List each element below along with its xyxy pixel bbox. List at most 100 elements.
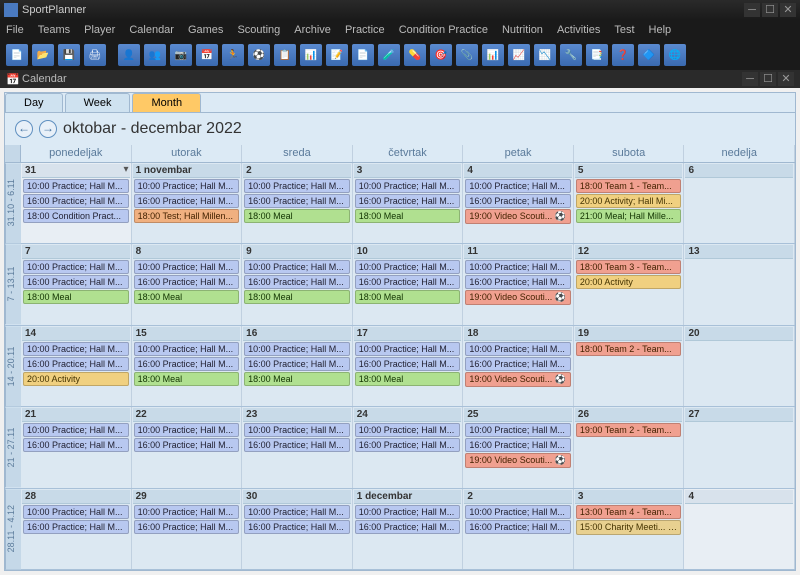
event-meal[interactable]: 18:00 Meal — [355, 209, 461, 223]
day-cell[interactable]: 313:00 Team 4 - Team...15:00 Charity Mee… — [574, 489, 685, 569]
event-practice[interactable]: 10:00 Practice; Hall M... — [23, 423, 129, 437]
event-practice[interactable]: 16:00 Practice; Hall M... — [134, 194, 240, 208]
toolbar-button-10[interactable]: ⚽ — [248, 44, 270, 66]
event-practice[interactable]: 16:00 Practice; Hall M... — [244, 357, 350, 371]
day-cell[interactable]: 20 — [684, 326, 795, 406]
close-button[interactable]: ✕ — [780, 3, 796, 17]
event-practice[interactable]: 16:00 Practice; Hall M... — [465, 438, 571, 452]
menu-file[interactable]: File — [6, 24, 24, 36]
event-practice[interactable]: 18:00 Condition Pract... — [23, 209, 129, 223]
toolbar-button-15[interactable]: 🧪 — [378, 44, 400, 66]
menu-calendar[interactable]: Calendar — [129, 24, 174, 36]
event-practice[interactable]: 10:00 Practice; Hall M... — [355, 260, 461, 274]
event-practice[interactable]: 16:00 Practice; Hall M... — [23, 194, 129, 208]
event-practice[interactable]: 16:00 Practice; Hall M... — [355, 357, 461, 371]
event-practice[interactable]: 10:00 Practice; Hall M... — [355, 342, 461, 356]
day-cell[interactable]: 310:00 Practice; Hall M...16:00 Practice… — [353, 163, 464, 243]
event-team[interactable]: 18:00 Team 2 - Team... — [576, 342, 682, 356]
toolbar-button-9[interactable]: 🏃 — [222, 44, 244, 66]
event-meeting[interactable]: 15:00 Charity Meeti... ⚽ — [576, 520, 682, 535]
day-cell[interactable]: 410:00 Practice; Hall M...16:00 Practice… — [463, 163, 574, 243]
event-practice[interactable]: 16:00 Practice; Hall M... — [244, 438, 350, 452]
toolbar-button-24[interactable]: ❓ — [612, 44, 634, 66]
toolbar-button-21[interactable]: 📉 — [534, 44, 556, 66]
day-cell[interactable]: 2510:00 Practice; Hall M...16:00 Practic… — [463, 407, 574, 487]
day-cell[interactable]: 1 decembar10:00 Practice; Hall M...16:00… — [353, 489, 464, 569]
toolbar-button-22[interactable]: 🔧 — [560, 44, 582, 66]
toolbar-button-3[interactable]: 🖨 — [84, 44, 106, 66]
event-practice[interactable]: 10:00 Practice; Hall M... — [355, 179, 461, 193]
event-practice[interactable]: 16:00 Practice; Hall M... — [134, 438, 240, 452]
toolbar-button-7[interactable]: 📷 — [170, 44, 192, 66]
event-test[interactable]: 18:00 Test; Hall Millen... — [134, 209, 240, 223]
event-team[interactable]: 18:00 Team 1 - Team... — [576, 179, 682, 193]
day-cell[interactable]: 2910:00 Practice; Hall M...16:00 Practic… — [132, 489, 243, 569]
event-meal[interactable]: 18:00 Meal — [244, 372, 350, 386]
toolbar-button-1[interactable]: 📂 — [32, 44, 54, 66]
prev-button[interactable]: ← — [15, 120, 33, 138]
event-practice[interactable]: 10:00 Practice; Hall M... — [23, 505, 129, 519]
menu-nutrition[interactable]: Nutrition — [502, 24, 543, 36]
event-practice[interactable]: 16:00 Practice; Hall M... — [465, 357, 571, 371]
event-practice[interactable]: 10:00 Practice; Hall M... — [465, 260, 571, 274]
day-cell[interactable]: 2110:00 Practice; Hall M...16:00 Practic… — [21, 407, 132, 487]
day-cell[interactable]: 1010:00 Practice; Hall M...16:00 Practic… — [353, 244, 464, 324]
event-activity[interactable]: 20:00 Activity — [576, 275, 682, 289]
sub-minimize-button[interactable]: ─ — [742, 72, 758, 86]
day-cell[interactable]: 1918:00 Team 2 - Team... — [574, 326, 685, 406]
sub-maximize-button[interactable]: ☐ — [760, 72, 776, 86]
day-cell[interactable]: 1110:00 Practice; Hall M...16:00 Practic… — [463, 244, 574, 324]
toolbar-button-14[interactable]: 📄 — [352, 44, 374, 66]
more-indicator-icon[interactable]: ▾ — [124, 164, 129, 175]
event-practice[interactable]: 10:00 Practice; Hall M... — [244, 423, 350, 437]
day-cell[interactable]: 3010:00 Practice; Hall M...16:00 Practic… — [242, 489, 353, 569]
event-video[interactable]: 19:00 Video Scouti... ⚽ — [465, 453, 571, 468]
menu-player[interactable]: Player — [84, 24, 115, 36]
event-practice[interactable]: 16:00 Practice; Hall M... — [465, 194, 571, 208]
day-cell[interactable]: 1710:00 Practice; Hall M...16:00 Practic… — [353, 326, 464, 406]
menu-scouting[interactable]: Scouting — [237, 24, 280, 36]
tab-day[interactable]: Day — [5, 93, 63, 112]
event-practice[interactable]: 10:00 Practice; Hall M... — [355, 505, 461, 519]
day-cell[interactable]: 1 novembar10:00 Practice; Hall M...16:00… — [132, 163, 243, 243]
next-button[interactable]: → — [39, 120, 57, 138]
event-practice[interactable]: 10:00 Practice; Hall M... — [134, 342, 240, 356]
event-practice[interactable]: 16:00 Practice; Hall M... — [355, 520, 461, 534]
toolbar-button-6[interactable]: 👥 — [144, 44, 166, 66]
event-team[interactable]: 13:00 Team 4 - Team... — [576, 505, 682, 519]
event-meal[interactable]: 18:00 Meal — [244, 209, 350, 223]
day-cell[interactable]: 210:00 Practice; Hall M...16:00 Practice… — [242, 163, 353, 243]
day-cell[interactable]: 210:00 Practice; Hall M...16:00 Practice… — [463, 489, 574, 569]
toolbar-button-20[interactable]: 📈 — [508, 44, 530, 66]
event-meal[interactable]: 18:00 Meal — [355, 372, 461, 386]
event-practice[interactable]: 10:00 Practice; Hall M... — [23, 179, 129, 193]
menu-games[interactable]: Games — [188, 24, 223, 36]
event-team[interactable]: 18:00 Team 3 - Team... — [576, 260, 682, 274]
event-meal[interactable]: 21:00 Meal; Hall Mille... — [576, 209, 682, 223]
event-meal[interactable]: 18:00 Meal — [244, 290, 350, 304]
event-practice[interactable]: 10:00 Practice; Hall M... — [134, 505, 240, 519]
event-practice[interactable]: 16:00 Practice; Hall M... — [23, 520, 129, 534]
toolbar-button-23[interactable]: 📑 — [586, 44, 608, 66]
event-practice[interactable]: 10:00 Practice; Hall M... — [355, 423, 461, 437]
day-cell[interactable]: 31▾10:00 Practice; Hall M...16:00 Practi… — [21, 163, 132, 243]
toolbar-button-12[interactable]: 📊 — [300, 44, 322, 66]
event-practice[interactable]: 16:00 Practice; Hall M... — [23, 357, 129, 371]
toolbar-button-2[interactable]: 💾 — [58, 44, 80, 66]
day-cell[interactable]: 2210:00 Practice; Hall M...16:00 Practic… — [132, 407, 243, 487]
event-practice[interactable]: 10:00 Practice; Hall M... — [244, 342, 350, 356]
event-meal[interactable]: 18:00 Meal — [355, 290, 461, 304]
tab-week[interactable]: Week — [65, 93, 131, 112]
menu-test[interactable]: Test — [614, 24, 634, 36]
day-cell[interactable]: 1218:00 Team 3 - Team...20:00 Activity — [574, 244, 685, 324]
menu-practice[interactable]: Practice — [345, 24, 385, 36]
event-practice[interactable]: 16:00 Practice; Hall M... — [355, 275, 461, 289]
day-cell[interactable]: 1410:00 Practice; Hall M...16:00 Practic… — [21, 326, 132, 406]
event-activity[interactable]: 20:00 Activity; Hall Mi... — [576, 194, 682, 208]
toolbar-button-13[interactable]: 📝 — [326, 44, 348, 66]
minimize-button[interactable]: ─ — [744, 3, 760, 17]
toolbar-button-0[interactable]: 📄 — [6, 44, 28, 66]
event-practice[interactable]: 10:00 Practice; Hall M... — [134, 260, 240, 274]
event-practice[interactable]: 10:00 Practice; Hall M... — [465, 179, 571, 193]
event-practice[interactable]: 16:00 Practice; Hall M... — [134, 520, 240, 534]
